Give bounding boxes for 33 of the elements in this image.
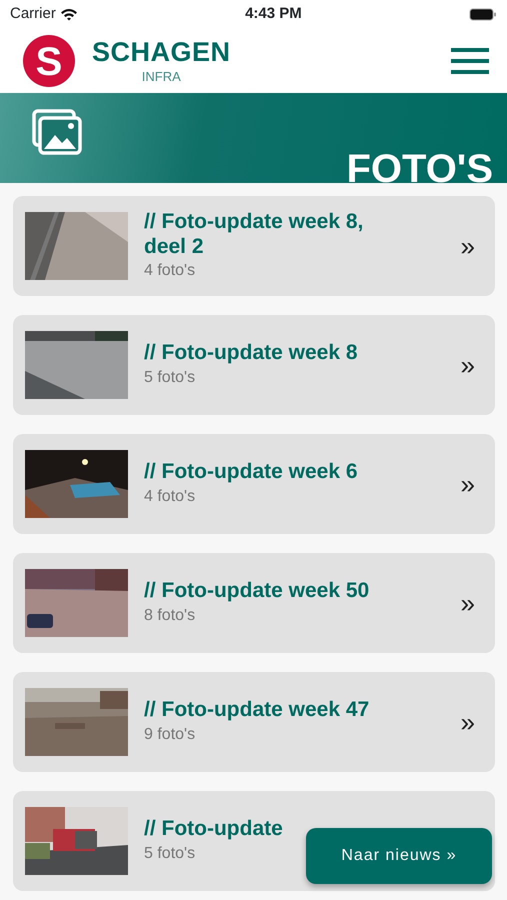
brand-subtitle: INFRA — [142, 70, 181, 82]
album-card[interactable]: // Foto-update week 8 5 foto's » — [13, 315, 495, 415]
chevron-label: » — [460, 586, 475, 620]
logo-icon: S — [22, 34, 76, 88]
album-title: // Foto-update week 47 — [144, 697, 370, 723]
album-title: // Foto-update week 8 — [144, 340, 358, 366]
carrier-label: Carrier — [10, 4, 56, 24]
photo-count: 4 foto's — [144, 486, 196, 507]
photo-count: 4 foto's — [144, 261, 196, 282]
album-card[interactable]: // Foto-update week 47 9 foto's » — [13, 672, 495, 772]
chevron-label: » — [460, 706, 475, 738]
album-card[interactable]: // Foto-update week 8, deel 2 4 foto's » — [13, 196, 495, 296]
album-title: // Foto-update week 6 — [144, 459, 358, 485]
chevron-label: » — [460, 348, 475, 382]
photo-count: 5 foto's — [144, 368, 196, 388]
news-button[interactable]: Naar nieuws » — [306, 828, 492, 884]
page-title: FOTO'S — [346, 149, 493, 183]
album-title: // Foto-update week 8, deel 2 — [144, 208, 364, 260]
menu-icon[interactable] — [451, 48, 489, 74]
photo-count: 8 foto's — [144, 606, 196, 626]
album-card[interactable]: // Foto-update week 6 4 foto's » — [13, 434, 495, 534]
chevron-label: » — [460, 468, 475, 500]
battery-icon — [468, 8, 497, 20]
chevron-label: » — [460, 230, 475, 262]
photo-count: 5 foto's — [144, 844, 196, 864]
clock-label: 4:43 PM — [245, 4, 302, 24]
photo-count: 9 foto's — [144, 724, 196, 745]
wifi-icon — [60, 8, 78, 20]
album-title: // Foto-update — [144, 816, 283, 842]
album-card[interactable]: // Foto-update week 50 8 foto's » — [13, 553, 495, 653]
brand-name: SCHAGEN — [92, 38, 231, 66]
album-title: // Foto-update week 50 — [144, 578, 370, 604]
photos-icon — [32, 109, 82, 155]
